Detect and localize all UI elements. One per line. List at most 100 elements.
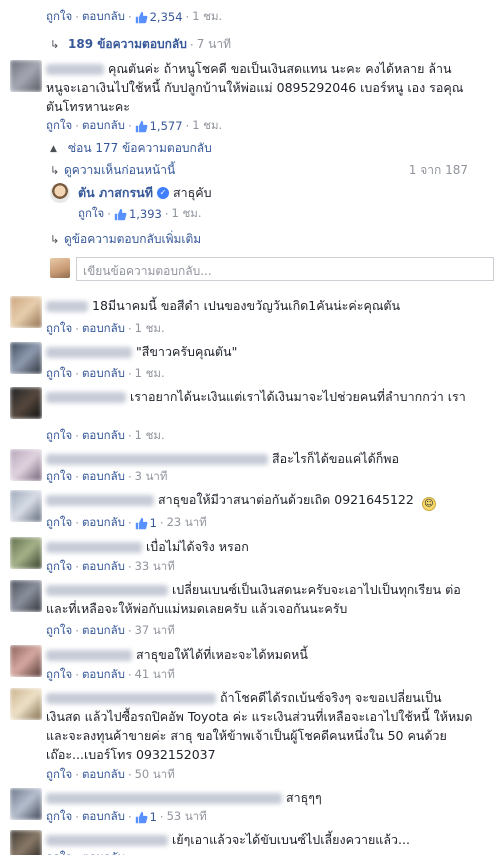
commenter-name-blurred[interactable]: [46, 392, 126, 403]
like-count[interactable]: 1,577: [135, 119, 183, 133]
like-link[interactable]: ถูกใจ: [46, 666, 72, 684]
avatar[interactable]: [10, 449, 42, 481]
like-link[interactable]: ถูกใจ: [78, 205, 104, 223]
like-link[interactable]: ถูกใจ: [46, 514, 72, 532]
reply-arrow-icon: ↳: [50, 164, 60, 177]
like-link[interactable]: ถูกใจ: [46, 468, 72, 486]
comment-meta: ถูกใจ · ตอบกลับ · 3 นาที: [46, 468, 168, 486]
commenter-name-blurred[interactable]: [46, 347, 132, 358]
comment-body: เบื่อไม่ได้จริง หรอก: [46, 537, 249, 556]
like-count[interactable]: 2,354: [135, 10, 183, 24]
comment-time[interactable]: 1 ชม.: [192, 117, 222, 135]
avatar[interactable]: [10, 296, 42, 328]
comment-time[interactable]: 50 นาที: [135, 766, 175, 784]
avatar[interactable]: [10, 788, 42, 820]
comment-time[interactable]: 1 ชม.: [135, 365, 165, 383]
commenter-name-blurred[interactable]: [46, 650, 132, 661]
avatar[interactable]: [10, 580, 42, 612]
comment-time[interactable]: 1 ชม.: [135, 320, 165, 338]
like-link[interactable]: ถูกใจ: [46, 8, 72, 26]
like-count[interactable]: 1: [135, 810, 157, 824]
commenter-name-blurred[interactable]: [46, 793, 282, 804]
like-thumb-icon: [135, 120, 148, 133]
reply-link[interactable]: ตอบกลับ: [82, 117, 125, 135]
like-count[interactable]: 1: [135, 516, 157, 530]
comment-text: 18มีนาคมนี้ ขอสีดำ เปนของขวัญวันเกิด1คัน…: [92, 298, 401, 313]
like-link[interactable]: ถูกใจ: [46, 320, 72, 338]
view-replies-row[interactable]: ↳ 189 ข้อความตอบกลับ · 7 นาที: [50, 35, 231, 54]
reply-link[interactable]: ตอบกลับ: [82, 766, 125, 784]
like-link[interactable]: ถูกใจ: [46, 365, 72, 383]
reply-link[interactable]: ตอบกลับ: [82, 849, 125, 855]
commenter-name-blurred[interactable]: [46, 693, 216, 704]
reply-link[interactable]: ตอบกลับ: [82, 427, 125, 445]
comment-text: เบื่อไม่ได้จริง หรอก: [146, 539, 249, 554]
view-replies-link[interactable]: 189 ข้อความตอบกลับ: [68, 35, 187, 54]
page-name[interactable]: ตัน ภาสกรนที: [78, 183, 153, 203]
comment-body: เราอยากได้นะเงินแต่เราได้เงินมาจะไปช่วยค…: [46, 387, 466, 406]
commenter-name-blurred[interactable]: [46, 585, 168, 596]
comment-text: คุณตันค่ะ ถ้าหนูโชคดี ขอเป็นเงินสดแทน นะ…: [46, 61, 464, 114]
avatar[interactable]: [10, 60, 42, 92]
top-comment-meta: ถูกใจ · ตอบกลับ · 2,354 · 1 ชม.: [46, 8, 223, 26]
comment-time[interactable]: 41 นาที: [135, 666, 175, 684]
commenter-name-blurred[interactable]: [46, 454, 268, 465]
like-link[interactable]: ถูกใจ: [46, 558, 72, 576]
commenter-name-blurred[interactable]: [46, 542, 142, 553]
comment-time[interactable]: 53 นาที: [167, 808, 207, 826]
reply-link[interactable]: ตอบกลับ: [82, 666, 125, 684]
comment-time[interactable]: 23 นาที: [167, 514, 207, 532]
comment-meta: ถูกใจ · ตอบกลับ · 1,577 · 1 ชม.: [46, 117, 223, 135]
comment-time[interactable]: 1 ชม.: [192, 8, 222, 26]
avatar[interactable]: [10, 537, 42, 569]
like-count[interactable]: 1,393: [114, 207, 162, 221]
view-more-replies-link[interactable]: ดูข้อความตอบกลับเพิ่มเติม: [64, 230, 201, 249]
comment-text: สาธุๆๆ: [286, 790, 322, 805]
reply-link[interactable]: ตอบกลับ: [82, 622, 125, 640]
avatar[interactable]: [10, 342, 42, 374]
like-link[interactable]: ถูกใจ: [46, 849, 72, 855]
reply-link[interactable]: ตอบกลับ: [82, 365, 125, 383]
commenter-name-blurred[interactable]: [46, 835, 168, 846]
more-replies-row[interactable]: ↳ ดูข้อความตอบกลับเพิ่มเติม: [50, 230, 201, 249]
avatar[interactable]: [10, 645, 42, 677]
page-avatar[interactable]: [50, 183, 70, 203]
like-link[interactable]: ถูกใจ: [46, 766, 72, 784]
commenter-name-blurred[interactable]: [46, 495, 154, 506]
previous-replies-row[interactable]: ↳ ดูความเห็นก่อนหน้านี้: [50, 161, 175, 180]
comment-text: "สีขาวครับคุณตัน": [136, 344, 238, 359]
comment-body: เปลี่ยนเบนซ์เป็นเงินสดนะครับจะเอาไปเป็นท…: [46, 580, 466, 618]
reply-link[interactable]: ตอบกลับ: [82, 514, 125, 532]
reply-link[interactable]: ตอบกลับ: [82, 8, 125, 26]
avatar[interactable]: [10, 387, 42, 419]
comment-time[interactable]: 3 นาที: [135, 468, 168, 486]
like-thumb-icon: [135, 517, 148, 530]
avatar[interactable]: [10, 688, 42, 720]
smiley-emoji-icon: ☺: [421, 497, 436, 511]
reply-input[interactable]: เขียนข้อความตอบกลับ...: [76, 257, 494, 281]
avatar[interactable]: [10, 830, 42, 855]
commenter-name-blurred[interactable]: [46, 64, 104, 75]
reply-text: สาธุคับ: [172, 185, 212, 200]
reply-arrow-icon: ↳: [50, 233, 60, 246]
reply-link[interactable]: ตอบกลับ: [82, 468, 125, 486]
hide-replies-link[interactable]: ซ่อน 177 ข้อความตอบกลับ: [68, 139, 212, 158]
reply-time[interactable]: 1 ชม.: [172, 205, 202, 223]
comment-meta: ถูกใจ· ตอบกลับ: [46, 849, 125, 855]
like-link[interactable]: ถูกใจ: [46, 427, 72, 445]
view-previous-link[interactable]: ดูความเห็นก่อนหน้านี้: [64, 161, 175, 180]
reply-link[interactable]: ตอบกลับ: [82, 558, 125, 576]
hide-replies-row[interactable]: ▲ ซ่อน 177 ข้อความตอบกลับ: [50, 139, 212, 158]
comment-time[interactable]: 1 ชม.: [135, 427, 165, 445]
like-link[interactable]: ถูกใจ: [46, 117, 72, 135]
reply-link[interactable]: ตอบกลับ: [82, 320, 125, 338]
comment-time[interactable]: 33 นาที: [135, 558, 175, 576]
avatar[interactable]: [10, 490, 42, 522]
comment-body: เย้ๆเอาแล้วจะได้ขับเบนซ์ไปเลี้ยงควายแล้ว…: [46, 830, 410, 849]
commenter-name-blurred[interactable]: [46, 301, 88, 312]
reply-link[interactable]: ตอบกลับ: [82, 808, 125, 826]
reply-meta: ถูกใจ · 1,393 · 1 ชม.: [78, 205, 202, 223]
like-link[interactable]: ถูกใจ: [46, 622, 72, 640]
like-link[interactable]: ถูกใจ: [46, 808, 72, 826]
comment-time[interactable]: 37 นาที: [135, 622, 175, 640]
